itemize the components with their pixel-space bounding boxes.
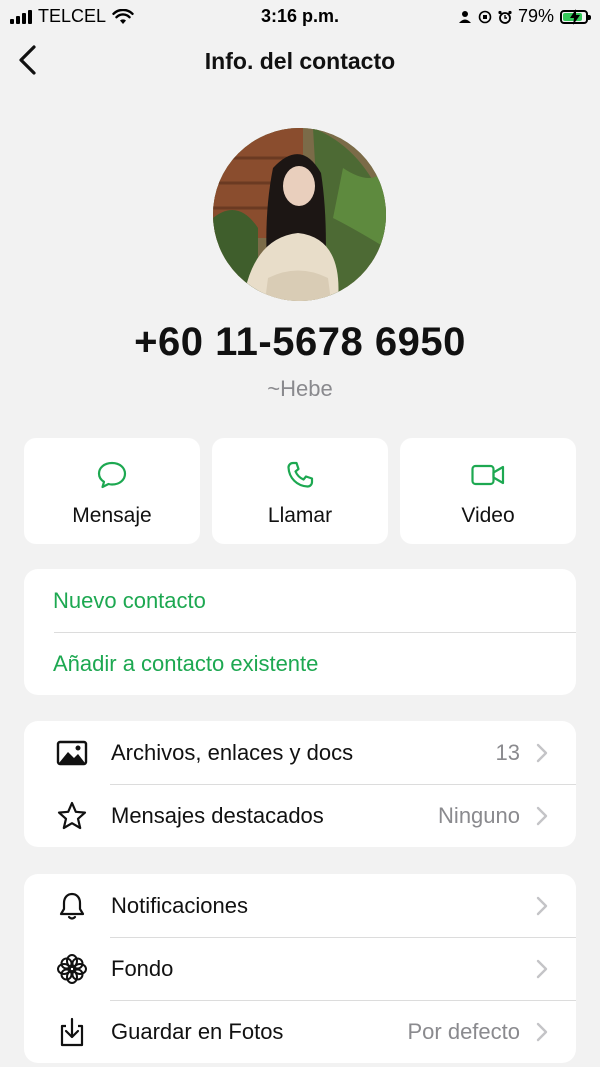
- status-bar: TELCEL 3:16 p.m. 79%: [0, 0, 600, 34]
- save-to-photos-row[interactable]: Guardar en Fotos Por defecto: [24, 1000, 576, 1063]
- chevron-right-icon: [536, 1022, 548, 1042]
- nav-bar: Info. del contacto: [0, 38, 600, 84]
- starred-messages-value: Ninguno: [438, 803, 520, 828]
- battery-icon: [560, 8, 591, 25]
- starred-messages-label: Mensajes destacados: [111, 803, 324, 828]
- download-icon: [60, 1017, 84, 1047]
- chevron-right-icon: [536, 896, 548, 916]
- media-count: 13: [495, 740, 520, 765]
- chevron-right-icon: [536, 806, 548, 826]
- phone-icon: [287, 461, 314, 488]
- orientation-lock-icon: [478, 10, 492, 23]
- call-button[interactable]: Llamar: [212, 438, 388, 544]
- contact-phone-number: +60 11-5678 6950: [134, 320, 466, 364]
- save-to-photos-label: Guardar en Fotos: [111, 1019, 284, 1044]
- video-icon: [471, 464, 505, 486]
- save-to-photos-value: Por defecto: [407, 1019, 520, 1044]
- media-links-docs-row[interactable]: Archivos, enlaces y docs 13: [24, 721, 576, 784]
- chevron-right-icon: [536, 959, 548, 979]
- media-links-docs-label: Archivos, enlaces y docs: [111, 740, 354, 765]
- message-button[interactable]: Mensaje: [24, 438, 200, 544]
- video-button[interactable]: Video: [400, 438, 576, 544]
- media-card: Archivos, enlaces y docs 13 Mensajes des…: [24, 721, 576, 847]
- message-icon: [97, 461, 127, 489]
- video-button-label: Video: [461, 504, 515, 527]
- wallpaper-row[interactable]: Fondo: [24, 937, 576, 1000]
- contact-push-name: ~Hebe: [267, 376, 333, 401]
- person-icon: [458, 10, 471, 23]
- battery-percent: 79%: [517, 6, 554, 26]
- new-contact-row[interactable]: Nuevo contacto: [24, 569, 576, 632]
- call-button-label: Llamar: [267, 504, 333, 527]
- starred-messages-row[interactable]: Mensajes destacados Ninguno: [24, 784, 576, 847]
- bell-icon: [59, 892, 85, 920]
- notifications-row[interactable]: Notificaciones: [24, 874, 576, 937]
- status-right: 79%: [458, 6, 591, 27]
- alarm-icon: [498, 10, 512, 24]
- star-icon: [57, 801, 87, 830]
- image-icon: [56, 740, 88, 766]
- new-contact-label: Nuevo contacto: [53, 588, 206, 613]
- settings-card: Notificaciones Fondo Guardar en Fotos Po…: [24, 874, 576, 1063]
- page-title: Info. del contacto: [204, 48, 396, 74]
- contact-options-card: Nuevo contacto Añadir a contacto existen…: [24, 569, 576, 695]
- flower-icon: [57, 954, 87, 984]
- notifications-label: Notificaciones: [111, 893, 248, 918]
- add-to-existing-contact-label: Añadir a contacto existente: [53, 651, 319, 676]
- action-buttons: Mensaje Llamar Video: [24, 438, 576, 544]
- add-to-existing-contact-row[interactable]: Añadir a contacto existente: [24, 632, 576, 695]
- wallpaper-label: Fondo: [111, 956, 174, 981]
- avatar[interactable]: [213, 128, 386, 301]
- message-button-label: Mensaje: [72, 504, 152, 527]
- chevron-right-icon: [536, 743, 548, 763]
